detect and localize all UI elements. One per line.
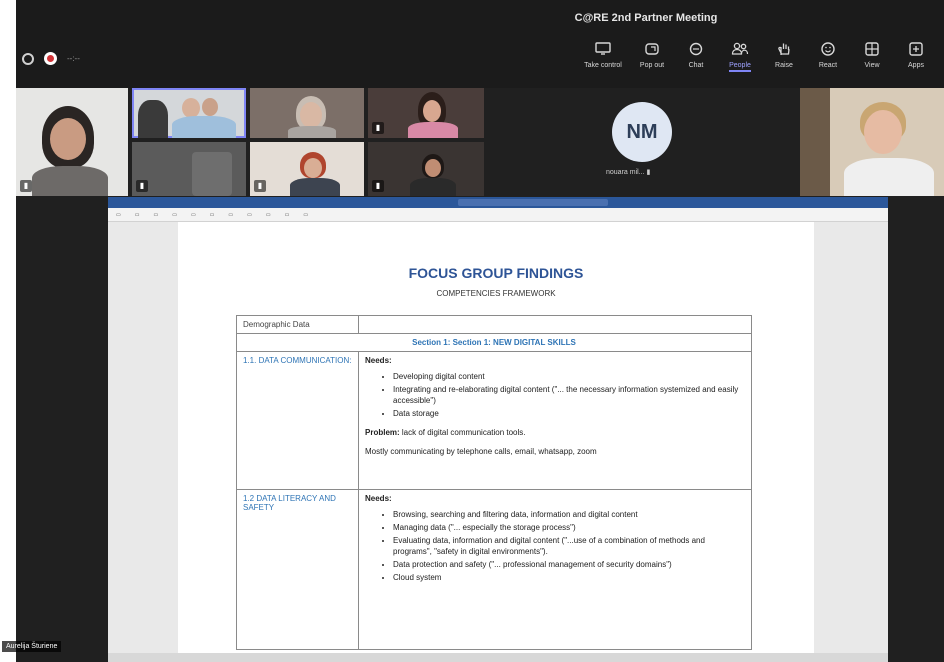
meeting-window: C@RE 2nd Partner Meeting --:-- Take cont… [16, 0, 944, 662]
app-window: C@RE 2nd Partner Meeting --:-- Take cont… [0, 0, 944, 662]
video-tile-1[interactable]: ▮ [16, 88, 128, 196]
presenter-name-badge: Aurelija Šturiene [2, 641, 62, 652]
table-row: Section 1: Section 1: NEW DIGITAL SKILLS [236, 333, 752, 352]
raise-label: Raise [775, 62, 793, 69]
meeting-status-icons: --:-- [22, 52, 80, 65]
react-label: React [818, 62, 838, 69]
table-cell [358, 315, 752, 334]
list-item: Integrating and re-elaborating digital c… [393, 384, 745, 406]
video-tile-3[interactable] [250, 88, 364, 138]
video-tile-8[interactable] [800, 88, 944, 196]
table-cell-label: 1.1. DATA COMMUNICATION: [236, 351, 359, 490]
table-cell-label: Demographic Data [236, 315, 359, 334]
share-screen-icon [592, 40, 614, 58]
table-cell-label: 1.2 DATA LITERACY AND SAFETY [236, 489, 359, 650]
muted-mic-icon: ▮ [372, 122, 384, 134]
avatar-name-text: nouara mil... [606, 169, 645, 176]
ribbon-tab[interactable]: ▭ [285, 212, 290, 218]
muted-mic-icon: ▮ [372, 180, 384, 192]
problem-label: Problem: [365, 428, 400, 437]
people-icon [729, 40, 751, 58]
problem-paragraph: Problem: lack of digital communication t… [365, 427, 745, 438]
table-row: 1.2 DATA LITERACY AND SAFETY Needs: Brow… [236, 489, 752, 650]
view-label: View [864, 62, 880, 69]
findings-table: Demographic Data Section 1: Section 1: N… [236, 315, 752, 650]
raise-hand-icon [773, 40, 795, 58]
problem-text: lack of digital communication tools. [399, 428, 526, 437]
muted-mic-icon: ▮ [136, 180, 148, 192]
apps-button[interactable]: Apps [894, 40, 938, 84]
pop-out-icon [641, 40, 663, 58]
list-item: Developing digital content [393, 371, 745, 382]
list-item: Browsing, searching and filtering data, … [393, 509, 745, 520]
muted-mic-icon: ▮ [20, 180, 32, 192]
shared-screen-document: ▭ ▭ ▭ ▭ ▭ ▭ ▭ ▭ ▭ ▭ ▭ FOCUS GROUP FINDIN… [108, 197, 888, 662]
chat-label: Chat [688, 62, 704, 69]
list-item: Managing data ("... especially the stora… [393, 522, 745, 533]
meeting-timer: --:-- [67, 54, 80, 63]
list-item: Cloud system [393, 572, 745, 583]
react-icon [817, 40, 839, 58]
document-subtitle: COMPETENCIES FRAMEWORK [436, 289, 556, 298]
word-ribbon: ▭ ▭ ▭ ▭ ▭ ▭ ▭ ▭ ▭ ▭ ▭ [108, 208, 888, 222]
ribbon-tab[interactable]: ▭ [228, 212, 233, 218]
section-heading: Section 1: Section 1: NEW DIGITAL SKILLS [236, 333, 752, 352]
chat-button[interactable]: Chat [674, 40, 718, 84]
video-tile-4[interactable]: ▮ [368, 88, 484, 138]
take-control-button[interactable]: Take control [576, 40, 630, 84]
table-cell: Needs: Browsing, searching and filtering… [358, 489, 752, 650]
people-label: People [729, 62, 751, 72]
apps-label: Apps [908, 62, 924, 69]
word-search-box[interactable] [458, 199, 608, 206]
pop-out-label: Pop out [639, 62, 665, 69]
recording-icon [44, 52, 57, 65]
ribbon-tab[interactable]: ▭ [135, 212, 140, 218]
table-row: 1.1. DATA COMMUNICATION: Needs: Developi… [236, 351, 752, 490]
video-tile-7[interactable]: ▮ [368, 142, 484, 196]
note-paragraph: Mostly communicating by telephone calls,… [365, 447, 597, 456]
react-button[interactable]: React [806, 40, 850, 84]
document-page: FOCUS GROUP FINDINGS COMPETENCIES FRAMEW… [178, 222, 814, 662]
video-tile-2[interactable] [132, 88, 246, 138]
people-button[interactable]: People [718, 40, 762, 84]
avatar-participant-name: nouara mil... ▮ [606, 168, 650, 176]
list-item: Evaluating data, information and digital… [393, 535, 745, 557]
table-row: Demographic Data [236, 315, 752, 334]
list-item: Data protection and safety ("... profess… [393, 559, 745, 570]
ribbon-tab[interactable]: ▭ [116, 212, 121, 218]
list-item: Data storage [393, 408, 745, 419]
view-button[interactable]: View [850, 40, 894, 84]
ribbon-tab[interactable]: ▭ [303, 212, 308, 218]
meeting-top-bar: C@RE 2nd Partner Meeting --:-- Take cont… [16, 0, 944, 88]
table-cell: Needs: Developing digital content Integr… [358, 351, 752, 490]
needs-label: Needs: [365, 494, 392, 503]
shield-icon[interactable] [22, 52, 34, 65]
apps-icon [905, 40, 927, 58]
raise-hand-button[interactable]: Raise [762, 40, 806, 84]
word-title-bar [108, 197, 888, 208]
take-control-label: Take control [584, 62, 622, 69]
ribbon-tab[interactable]: ▭ [247, 212, 252, 218]
pop-out-button[interactable]: Pop out [630, 40, 674, 84]
ribbon-tab[interactable]: ▭ [266, 212, 271, 218]
meeting-toolbar: Take control Pop out Chat People Raise R… [576, 40, 938, 84]
muted-mic-icon: ▮ [646, 169, 651, 176]
meeting-title: C@RE 2nd Partner Meeting [574, 12, 718, 24]
video-tile-5[interactable]: ▮ [132, 142, 246, 196]
video-tile-6[interactable]: ▮ [250, 142, 364, 196]
document-title: FOCUS GROUP FINDINGS [408, 265, 584, 281]
needs-label: Needs: [365, 356, 392, 365]
view-icon [861, 40, 883, 58]
chat-icon [685, 40, 707, 58]
muted-mic-icon: ▮ [254, 180, 266, 192]
ribbon-tab[interactable]: ▭ [172, 212, 177, 218]
avatar[interactable]: NM [612, 102, 672, 162]
needs-list: Browsing, searching and filtering data, … [393, 509, 745, 583]
ribbon-tab[interactable]: ▭ [210, 212, 215, 218]
needs-list: Developing digital content Integrating a… [393, 371, 745, 419]
ribbon-tab[interactable]: ▭ [191, 212, 196, 218]
ribbon-tab[interactable]: ▭ [153, 212, 158, 218]
word-status-bar [108, 653, 888, 662]
